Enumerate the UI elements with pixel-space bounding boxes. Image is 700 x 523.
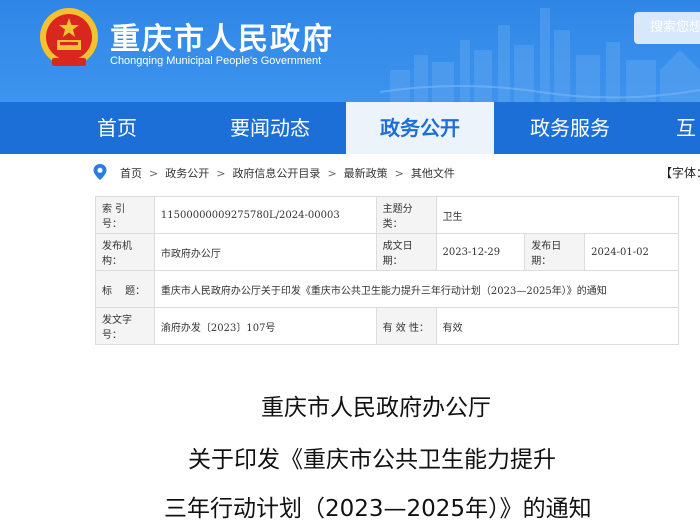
topic-label: 主题分类： [375,196,437,234]
breadcrumb-item-government-affairs[interactable]: 政务公开 [165,165,209,181]
index-number-label: 索 引 号： [95,196,155,234]
national-emblem-icon [40,8,98,66]
table-row: 索 引 号： 11500000009275780L/2024-00003 主题分… [95,196,679,234]
nav-item-services[interactable]: 政务服务 [512,102,628,154]
article-title-line-3: 三年行动计划（2023—2025年）》的通知 [164,496,592,522]
validity-label: 有 效 性： [375,307,437,345]
breadcrumb-item-other-documents[interactable]: 其他文件 [411,165,455,181]
site-title[interactable]: 重庆市人民政府 [110,14,334,58]
nav-item-government-affairs[interactable]: 政务公开 [346,102,494,154]
breadcrumb-separator: > [149,167,159,180]
issuer-label: 发布机构： [95,233,155,271]
nav-item-home[interactable]: 首页 [72,102,162,154]
nav-item-interaction[interactable]: 互 [676,102,700,154]
search-input[interactable]: 搜索您想 [634,12,700,44]
article-title-line-2: 关于印发《重庆市公共卫生能力提升 [188,447,556,473]
site-subtitle: Chongqing Municipal People's Government [110,55,322,67]
document-number-label: 发文字号： [95,307,155,345]
table-row: 发文字号： 渝府办发〔2023〕107号 有 效 性： 有效 [95,307,679,345]
nav-item-news[interactable]: 要闻动态 [212,102,328,154]
validity-value: 有效 [435,307,679,345]
index-number-value: 11500000009275780L/2024-00003 [153,196,377,234]
breadcrumb-item-latest-policy[interactable]: 最新政策 [344,165,388,181]
created-date-label: 成文日期： [375,233,437,271]
issuer-value: 市政府办公厅 [153,233,377,271]
font-size-control[interactable]: 【字体： [660,164,700,181]
published-date-label: 发布日期： [524,233,586,271]
table-row: 标 题： 重庆市人民政府办公厅关于印发《重庆市公共卫生能力提升三年行动计划（20… [95,270,680,308]
breadcrumb-separator: > [394,167,404,180]
table-row: 发布机构： 市政府办公厅 成文日期： 2023-12-29 发布日期： 2024… [95,233,679,271]
main-nav: 首页 要闻动态 政务公开 政务服务 互 [0,102,700,154]
breadcrumb-separator: > [216,167,226,180]
breadcrumb-separator: > [327,167,337,180]
title-value: 重庆市人民政府办公厅关于印发《重庆市公共卫生能力提升三年行动计划（2023—20… [153,270,680,308]
topic-value: 卫生 [435,196,679,234]
published-date-value: 2024-01-02 [584,233,679,271]
document-metadata-table: 索 引 号： 11500000009275780L/2024-00003 主题分… [95,196,680,345]
created-date-value: 2023-12-29 [435,233,526,271]
breadcrumb-item-home[interactable]: 首页 [120,165,142,181]
breadcrumb: 首页 > 政务公开 > 政府信息公开目录 > 最新政策 > 其他文件 [120,165,455,181]
breadcrumb-item-catalog[interactable]: 政府信息公开目录 [232,165,320,181]
site-header: 重庆市人民政府 Chongqing Municipal People's Gov… [0,0,700,102]
article-title-line-1: 重庆市人民政府办公厅 [261,395,491,421]
document-number-value: 渝府办发〔2023〕107号 [153,307,377,345]
location-pin-icon [93,164,107,180]
title-label: 标 题： [95,270,155,308]
